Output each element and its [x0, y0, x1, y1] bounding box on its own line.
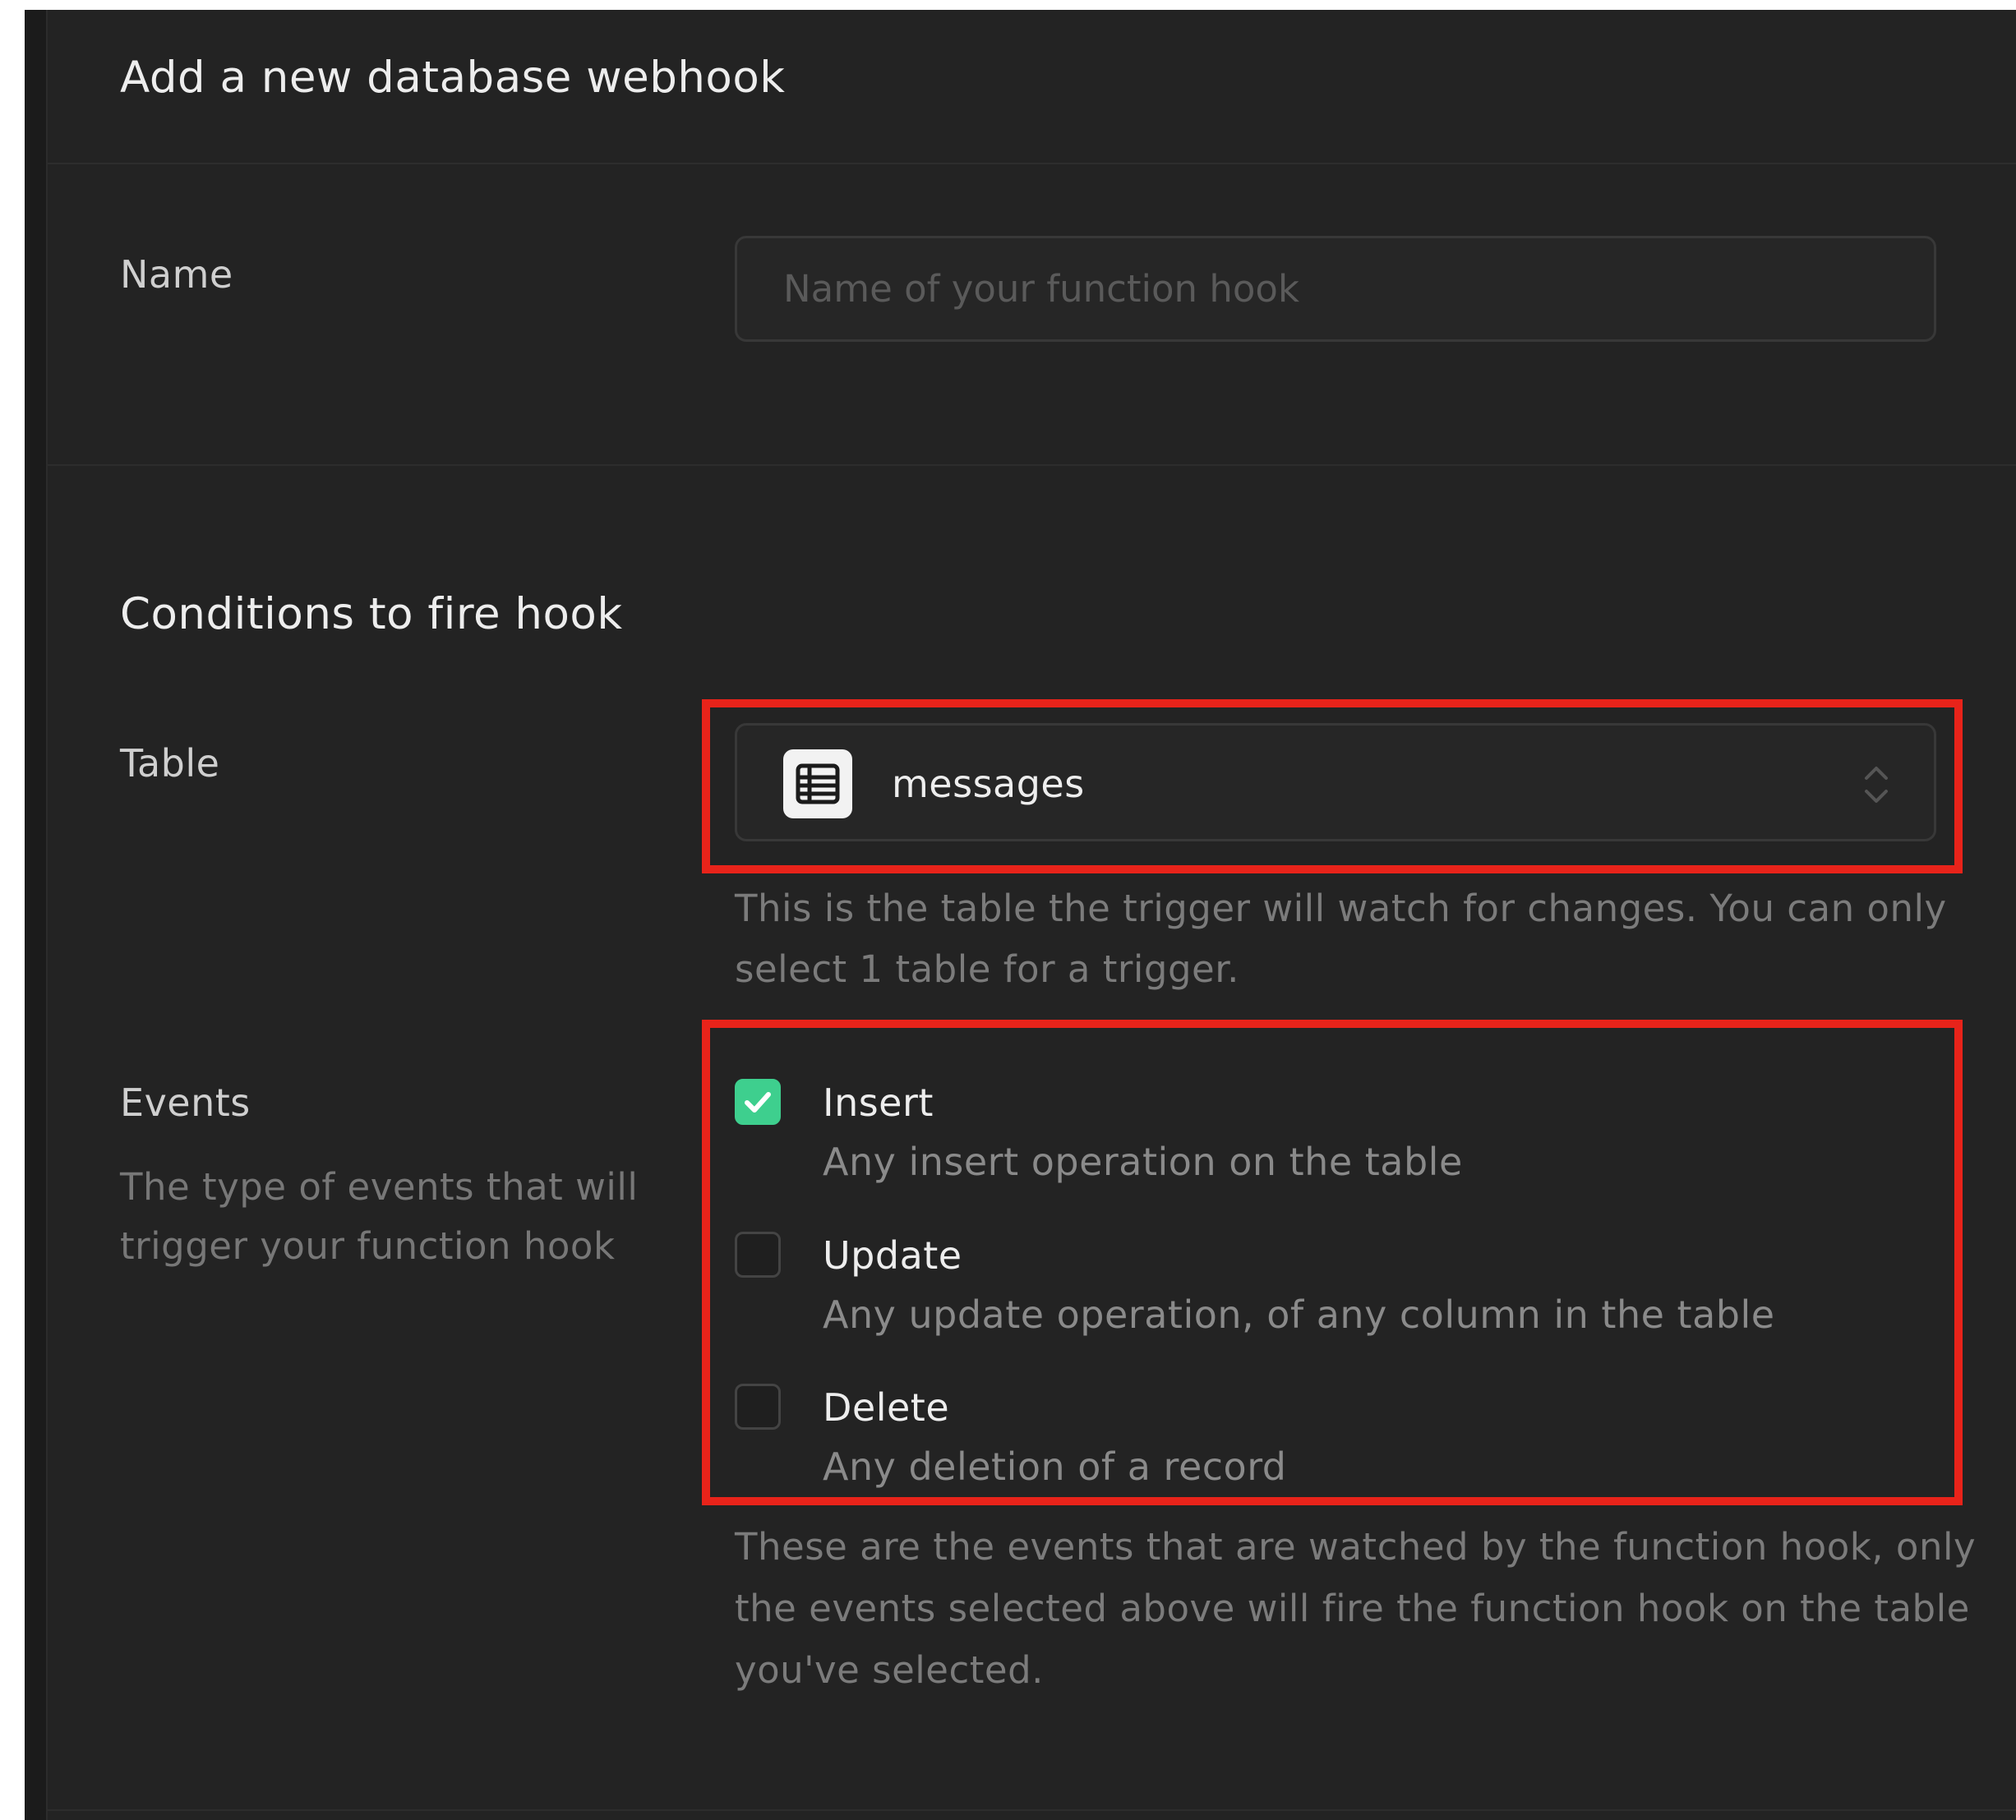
- section-divider: [48, 464, 2016, 466]
- footer-divider: [48, 1809, 2016, 1811]
- table-label: Table: [120, 741, 220, 786]
- events-label: Events: [120, 1080, 251, 1125]
- header-divider: [48, 163, 2016, 164]
- dialog-title: Add a new database webhook: [120, 53, 786, 103]
- events-help-line-1: These are the events that are watched by…: [735, 1525, 1977, 1569]
- table-help-line-1: This is the table the trigger will watch…: [735, 887, 1947, 930]
- events-help-line-3: you've selected.: [735, 1648, 1044, 1692]
- events-desc-line-1: The type of events that will: [120, 1165, 639, 1209]
- events-help-line-2: the events selected above will fire the …: [735, 1587, 1970, 1630]
- events-desc-line-2: trigger your function hook: [120, 1224, 616, 1268]
- name-label: Name: [120, 252, 233, 297]
- app-frame: Add a new database webhook Name Conditio…: [25, 10, 2016, 1820]
- name-input[interactable]: [735, 236, 1936, 342]
- conditions-title: Conditions to fire hook: [120, 589, 623, 639]
- webhook-dialog: Add a new database webhook Name Conditio…: [46, 10, 2016, 1820]
- table-highlight-box: [702, 699, 1963, 873]
- table-help-line-2: select 1 table for a trigger.: [735, 947, 1239, 991]
- events-highlight-box: [702, 1020, 1963, 1505]
